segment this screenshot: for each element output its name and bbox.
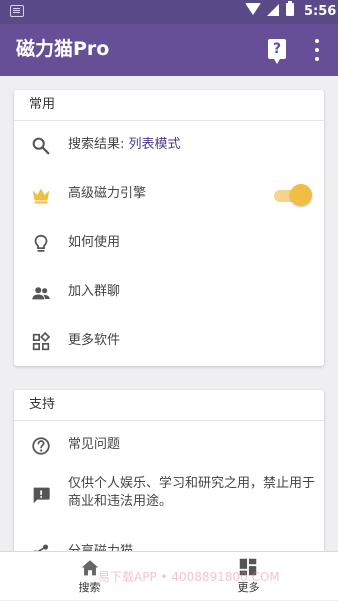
dashboard-icon (239, 558, 257, 576)
group-icon (32, 287, 50, 300)
bottom-navigation: 搜索 更多 (0, 551, 338, 600)
faq-label: 常见问题 (68, 437, 121, 452)
search-result-label: 搜索结果: 列表模式 (68, 136, 181, 154)
disclaimer-item: 仅供个人娱乐、学习和研究之用，禁止用于 商业和违法用途。 (14, 470, 324, 528)
disclaimer-line-2: 商业和违法用途。 (68, 494, 173, 509)
search-result-value[interactable]: 列表模式 (129, 137, 181, 152)
common-card-header: 常用 (14, 90, 324, 121)
more-apps-label: 更多软件 (68, 333, 121, 348)
how-to-use-item[interactable]: 如何使用 (14, 219, 324, 268)
advanced-engine-setting[interactable]: 高级磁力引擎 (14, 170, 324, 219)
advanced-engine-toggle[interactable] (274, 184, 314, 206)
status-time: 5:56 (304, 4, 337, 19)
keyboard-icon (10, 5, 24, 17)
advanced-engine-label: 高级磁力引擎 (68, 186, 147, 201)
feedback-icon (33, 487, 50, 504)
signal-icon (267, 4, 279, 16)
common-card-title: 常用 (29, 97, 56, 112)
support-card: 支持 常见问题 仅供个人娱乐、学习和研究之用，禁止用于 商业和违法用途。 分享磁… (14, 390, 324, 570)
disclaimer-line-1: 仅供个人娱乐、学习和研究之用，禁止用于 (68, 476, 316, 491)
battery-icon (286, 1, 294, 16)
lightbulb-icon (34, 234, 48, 252)
common-card: 常用 搜索结果: 列表模式 高级磁力引擎 如何使用 加入群聊 更多软件 (14, 90, 324, 366)
support-card-title: 支持 (29, 397, 56, 412)
nav-search-label: 搜索 (78, 581, 101, 594)
home-icon (81, 560, 99, 576)
join-group-item[interactable]: 加入群聊 (14, 268, 324, 317)
apps-grid-icon (32, 331, 51, 351)
nav-more-label: 更多 (237, 581, 260, 594)
more-apps-item[interactable]: 更多软件 (14, 317, 324, 366)
help-icon[interactable]: ? (268, 39, 286, 64)
how-to-use-label: 如何使用 (68, 235, 121, 250)
app-title: 磁力猫Pro (16, 38, 110, 60)
status-bar: 5:56 (0, 0, 338, 24)
search-result-title: 搜索结果: (68, 137, 125, 152)
disclaimer-text: 仅供个人娱乐、学习和研究之用，禁止用于 商业和违法用途。 (68, 475, 315, 511)
nav-more-tab[interactable]: 更多 (164, 552, 333, 601)
app-bar: 磁力猫Pro ? (0, 24, 338, 76)
wifi-icon (245, 3, 261, 15)
search-icon (32, 137, 50, 155)
more-vert-icon[interactable] (311, 38, 323, 62)
search-result-setting[interactable]: 搜索结果: 列表模式 (14, 121, 324, 170)
nav-search-tab[interactable]: 搜索 (5, 552, 174, 601)
help-circle-icon (32, 437, 50, 455)
faq-item[interactable]: 常见问题 (14, 421, 324, 470)
join-group-label: 加入群聊 (68, 284, 121, 299)
crown-icon (32, 188, 50, 204)
toggle-thumb (290, 184, 312, 206)
support-card-header: 支持 (14, 390, 324, 421)
